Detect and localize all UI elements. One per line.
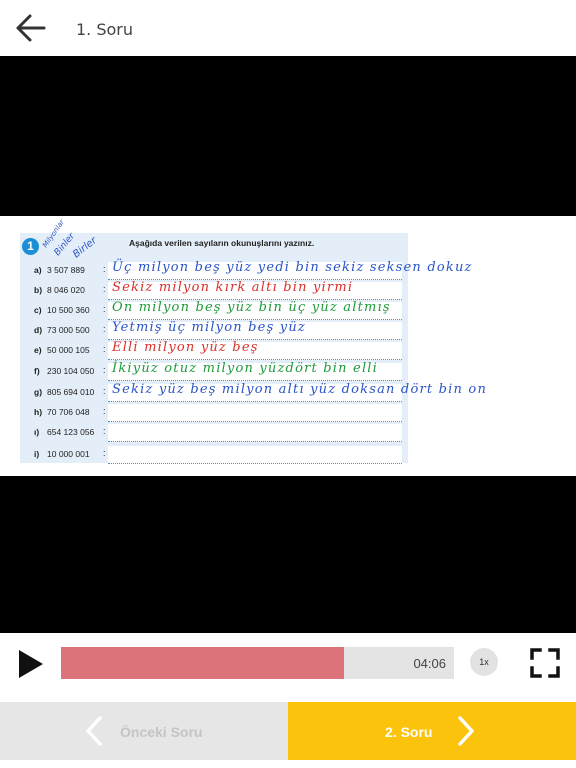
handwritten-answer: Yetmiş üç milyon beş yüz [112, 320, 306, 335]
handwritten-answer: Üç milyon beş yüz yedi bin sekiz seksen … [112, 260, 473, 275]
play-button[interactable] [18, 649, 44, 679]
worksheet-row: c) 10 500 360: On milyon beş yüz bin üç yü… [0, 300, 576, 320]
worksheet-row: d) 73 000 500: Yetmiş üç milyon beş yüz [0, 320, 576, 340]
row-colon: : [103, 304, 106, 314]
answer-line [108, 424, 402, 442]
row-letter: d) [34, 325, 43, 335]
question-navigation: Önceki Soru 2. Soru [0, 702, 576, 760]
answer-line [108, 404, 402, 422]
row-number: 10 000 001 [47, 449, 90, 459]
worksheet-row: ı) 654 123 056: [0, 424, 576, 442]
row-letter: c) [34, 305, 42, 315]
row-number: 230 104 050 [47, 366, 95, 376]
row-colon: : [103, 344, 106, 354]
exercise-instruction: Aşağıda verilen sayıların okunuşlarını y… [129, 238, 315, 248]
play-icon [19, 650, 43, 678]
margin-notes: Milyonlar Binler Birler [41, 218, 100, 260]
arrow-left-icon [16, 14, 46, 42]
row-number: 654 123 056 [47, 427, 95, 437]
handwritten-answer: On milyon beş yüz bin üç yüz altmış [112, 300, 391, 315]
row-colon: : [103, 264, 106, 274]
row-letter: h) [34, 407, 43, 417]
row-colon: : [103, 448, 106, 458]
row-letter: f) [34, 366, 40, 376]
row-letter: i) [34, 449, 40, 459]
time-label: 04:06 [413, 656, 446, 671]
row-colon: : [103, 284, 106, 294]
progress-bar[interactable]: 04:06 [61, 647, 454, 679]
row-colon: : [103, 386, 106, 396]
row-colon: : [103, 365, 106, 375]
progress-fill [61, 647, 344, 679]
row-number: 73 000 500 [47, 325, 90, 335]
previous-question-label: Önceki Soru [120, 724, 203, 740]
handwritten-answer: Sekiz yüz beş milyon altı yüz doksan dör… [112, 382, 488, 397]
top-bar: 1. Soru [0, 0, 576, 56]
worksheet-row: f) 230 104 050: İkiyüz otuz milyon yüzdört… [0, 361, 576, 381]
row-letter: g) [34, 387, 43, 397]
row-colon: : [103, 426, 106, 436]
chevron-right-icon [458, 716, 474, 746]
row-number: 805 694 010 [47, 387, 95, 397]
worksheet-row: a) 3 507 889: Üç milyon beş yüz yedi bin s… [0, 260, 576, 280]
row-number: 3 507 889 [47, 265, 85, 275]
worksheet-row: b) 8 046 020: Sekiz milyon kırk altı bin y… [0, 280, 576, 300]
fullscreen-icon [530, 648, 560, 678]
speed-button[interactable]: 1x [470, 648, 498, 676]
row-letter: b) [34, 285, 43, 295]
row-letter: e) [34, 345, 42, 355]
fullscreen-button[interactable] [530, 648, 560, 678]
row-letter: ı) [34, 427, 40, 437]
row-colon: : [103, 406, 106, 416]
row-number: 70 706 048 [47, 407, 90, 417]
handwritten-answer: İkiyüz otuz milyon yüzdört bin elli [112, 361, 379, 376]
worksheet-row: i) 10 000 001: [0, 446, 576, 464]
page-title: 1. Soru [76, 20, 134, 39]
answer-line [108, 446, 402, 464]
worksheet-row: e) 50 000 105: Elli milyon yüz beş [0, 340, 576, 360]
worksheet-row: g) 805 694 010: Sekiz yüz beş milyon altı … [0, 382, 576, 402]
handwritten-answer: Sekiz milyon kırk altı bin yirmi [112, 280, 354, 295]
next-question-label: 2. Soru [385, 724, 433, 740]
video-player[interactable]: 1 Milyonlar Binler Birler Aşağıda verile… [0, 56, 576, 633]
row-number: 50 000 105 [47, 345, 90, 355]
previous-question-button[interactable]: Önceki Soru [0, 702, 288, 760]
back-button[interactable] [14, 12, 48, 44]
chevron-left-icon [86, 716, 102, 746]
row-number: 10 500 360 [47, 305, 90, 315]
row-letter: a) [34, 265, 42, 275]
row-number: 8 046 020 [47, 285, 85, 295]
row-colon: : [103, 324, 106, 334]
handwritten-answer: Elli milyon yüz beş [112, 340, 259, 355]
worksheet-row: h) 70 706 048: [0, 404, 576, 422]
worksheet-frame: 1 Milyonlar Binler Birler Aşağıda verile… [0, 216, 576, 476]
next-question-button[interactable]: 2. Soru [288, 702, 576, 760]
